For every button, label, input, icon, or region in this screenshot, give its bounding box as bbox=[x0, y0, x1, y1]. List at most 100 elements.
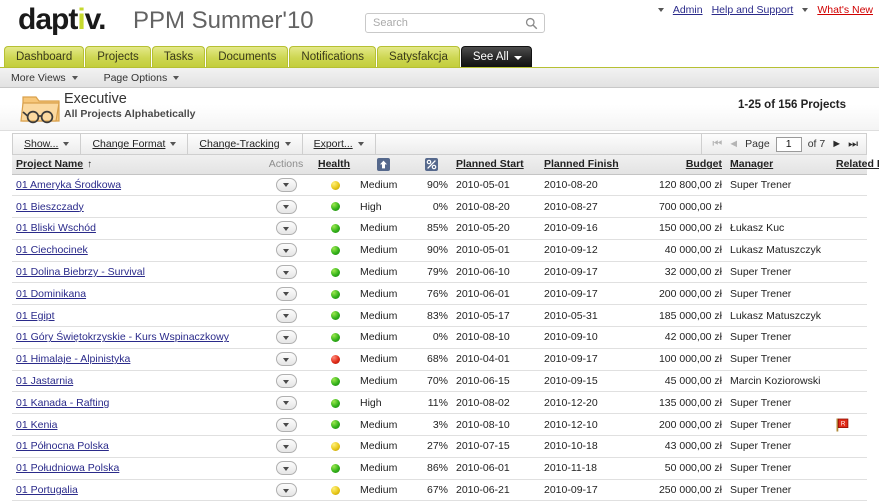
tab-notifications[interactable]: Notifications bbox=[289, 46, 377, 67]
column-header-priority[interactable] bbox=[356, 155, 410, 175]
tab-tasks[interactable]: Tasks bbox=[151, 46, 206, 67]
page-number-input[interactable] bbox=[775, 136, 802, 152]
row-actions-button[interactable] bbox=[275, 395, 297, 410]
cell-actions bbox=[258, 239, 314, 262]
cell-actions bbox=[258, 217, 314, 240]
cell-related-items bbox=[832, 435, 867, 458]
prev-page-icon[interactable]: ◄ bbox=[728, 138, 739, 150]
export-label: Export... bbox=[313, 138, 353, 150]
row-actions-button[interactable] bbox=[275, 199, 297, 214]
show-menu-label: Show... bbox=[24, 138, 59, 150]
row-actions-button[interactable] bbox=[275, 439, 297, 454]
project-name-link[interactable]: 01 Bliski Wschód bbox=[16, 222, 96, 234]
project-name-link[interactable]: 01 Północna Polska bbox=[16, 440, 109, 452]
column-header-manager[interactable]: Manager bbox=[726, 155, 832, 175]
search-icon[interactable] bbox=[525, 17, 538, 30]
row-actions-button[interactable] bbox=[275, 177, 297, 192]
project-name-link[interactable]: 01 Portugalia bbox=[16, 484, 78, 496]
page-header: Executive All Projects Alphabetically 1-… bbox=[0, 88, 879, 131]
project-name-link[interactable]: 01 Bieszczady bbox=[16, 201, 84, 213]
row-actions-button[interactable] bbox=[275, 352, 297, 367]
project-name-link[interactable]: 01 Dominikana bbox=[16, 288, 86, 300]
more-views-menu[interactable]: More Views bbox=[11, 72, 78, 84]
project-count-label: 1-25 of 156 Projects bbox=[737, 99, 846, 111]
cell-priority: Medium bbox=[356, 479, 410, 502]
row-actions-button[interactable] bbox=[275, 243, 297, 258]
project-name-link[interactable]: 01 Dolina Biebrzy - Survival bbox=[16, 266, 145, 278]
export-menu-button[interactable]: Export... bbox=[303, 134, 376, 154]
health-status-indicator bbox=[330, 333, 340, 343]
admin-link[interactable]: Admin bbox=[673, 4, 703, 16]
help-chevron-down-icon[interactable] bbox=[802, 8, 809, 12]
project-name-link[interactable]: 01 Góry Świętokrzyskie - Kurs Wspinaczko… bbox=[16, 331, 229, 343]
tab-documents[interactable]: Documents bbox=[206, 46, 289, 67]
tab-see-all[interactable]: See All bbox=[460, 46, 532, 67]
page-options-menu[interactable]: Page Options bbox=[104, 72, 180, 84]
search-box[interactable] bbox=[365, 13, 545, 33]
red-flag-icon[interactable]: R bbox=[836, 418, 849, 432]
cell-manager: Super Trener bbox=[726, 457, 832, 480]
project-name-link[interactable]: 01 Egipt bbox=[16, 310, 55, 322]
page-label: Page bbox=[745, 138, 770, 150]
daptiv-logo[interactable]: daptiv. bbox=[18, 3, 107, 37]
first-page-icon[interactable]: ⏮ bbox=[712, 138, 722, 150]
project-name-link[interactable]: 01 Ameryka Środkowa bbox=[16, 179, 121, 191]
whats-new-link[interactable]: What's New bbox=[817, 4, 873, 16]
column-header-related-items[interactable]: Related Items bbox=[832, 155, 879, 175]
user-menu-chevron-down-icon[interactable] bbox=[657, 8, 664, 12]
column-header-planned-finish[interactable]: Planned Finish bbox=[540, 155, 630, 175]
change-tracking-menu-button[interactable]: Change-Tracking bbox=[188, 134, 303, 154]
next-page-icon[interactable]: ► bbox=[831, 138, 842, 150]
row-actions-button[interactable] bbox=[275, 461, 297, 476]
column-header-planned-start[interactable]: Planned Start bbox=[452, 155, 540, 175]
column-header-budget[interactable]: Budget bbox=[630, 155, 726, 175]
column-header-percent-complete[interactable] bbox=[410, 155, 452, 175]
grid-toolbar: Show... Change Format Change-Tracking Ex… bbox=[12, 133, 867, 155]
cell-planned-start: 2010-05-17 bbox=[452, 304, 540, 328]
cell-health bbox=[314, 457, 356, 480]
search-input[interactable] bbox=[371, 15, 519, 31]
cell-planned-finish: 2010-08-20 bbox=[540, 174, 630, 197]
last-page-icon[interactable]: ⏭ bbox=[848, 138, 858, 150]
cell-related-items bbox=[832, 282, 867, 306]
project-name-link[interactable]: 01 Południowa Polska bbox=[16, 462, 119, 474]
column-header-project-name[interactable]: Project Name ↑ bbox=[12, 155, 258, 175]
project-name-link[interactable]: 01 Kanada - Rafting bbox=[16, 397, 109, 409]
row-actions-button[interactable] bbox=[275, 417, 297, 432]
row-actions-button[interactable] bbox=[275, 374, 297, 389]
cell-actions bbox=[258, 326, 314, 349]
table-row: 01 Ciechocinek Medium 90% 2010-05-01 2010-09… bbox=[12, 239, 867, 262]
top-right-links: Admin Help and Support What's New bbox=[641, 4, 873, 16]
cell-project-name: 01 Dominikana bbox=[12, 282, 258, 306]
cell-planned-start: 2010-08-10 bbox=[452, 413, 540, 437]
help-and-support-link[interactable]: Help and Support bbox=[712, 4, 794, 16]
health-status-indicator bbox=[330, 398, 340, 408]
row-actions-button[interactable] bbox=[275, 265, 297, 280]
project-name-link[interactable]: 01 Ciechocinek bbox=[16, 244, 88, 256]
tab-projects[interactable]: Projects bbox=[85, 46, 151, 67]
row-actions-button[interactable] bbox=[275, 483, 297, 498]
cell-planned-start: 2010-06-21 bbox=[452, 479, 540, 502]
column-header-planned-finish-label: Planned Finish bbox=[544, 158, 619, 171]
cell-planned-finish: 2010-09-12 bbox=[540, 239, 630, 262]
cell-manager: Łukasz Kuc bbox=[726, 217, 832, 240]
change-format-menu-button[interactable]: Change Format bbox=[81, 134, 189, 154]
column-header-health[interactable]: Health bbox=[314, 155, 356, 175]
project-name-link[interactable]: 01 Jastarnia bbox=[16, 375, 73, 387]
health-status-indicator bbox=[330, 442, 340, 452]
cell-budget: 200 000,00 zł bbox=[630, 413, 726, 437]
tab-satysfakcja[interactable]: Satysfakcja bbox=[377, 46, 460, 67]
tab-dashboard[interactable]: Dashboard bbox=[4, 46, 85, 67]
row-actions-button[interactable] bbox=[275, 308, 297, 323]
project-name-link[interactable]: 01 Himalaje - Alpinistyka bbox=[16, 353, 130, 365]
project-name-link[interactable]: 01 Kenia bbox=[16, 419, 57, 431]
row-actions-button[interactable] bbox=[275, 221, 297, 236]
row-actions-button[interactable] bbox=[275, 286, 297, 301]
cell-manager: Marcin Koziorowski bbox=[726, 370, 832, 393]
more-views-label: More Views bbox=[11, 71, 66, 84]
show-menu-button[interactable]: Show... bbox=[13, 134, 82, 154]
page-options-chevron-down-icon bbox=[173, 75, 180, 80]
table-header-row: Project Name ↑ Actions Health Planned St… bbox=[12, 155, 879, 175]
row-actions-button[interactable] bbox=[275, 330, 297, 345]
cell-actions bbox=[258, 391, 314, 415]
